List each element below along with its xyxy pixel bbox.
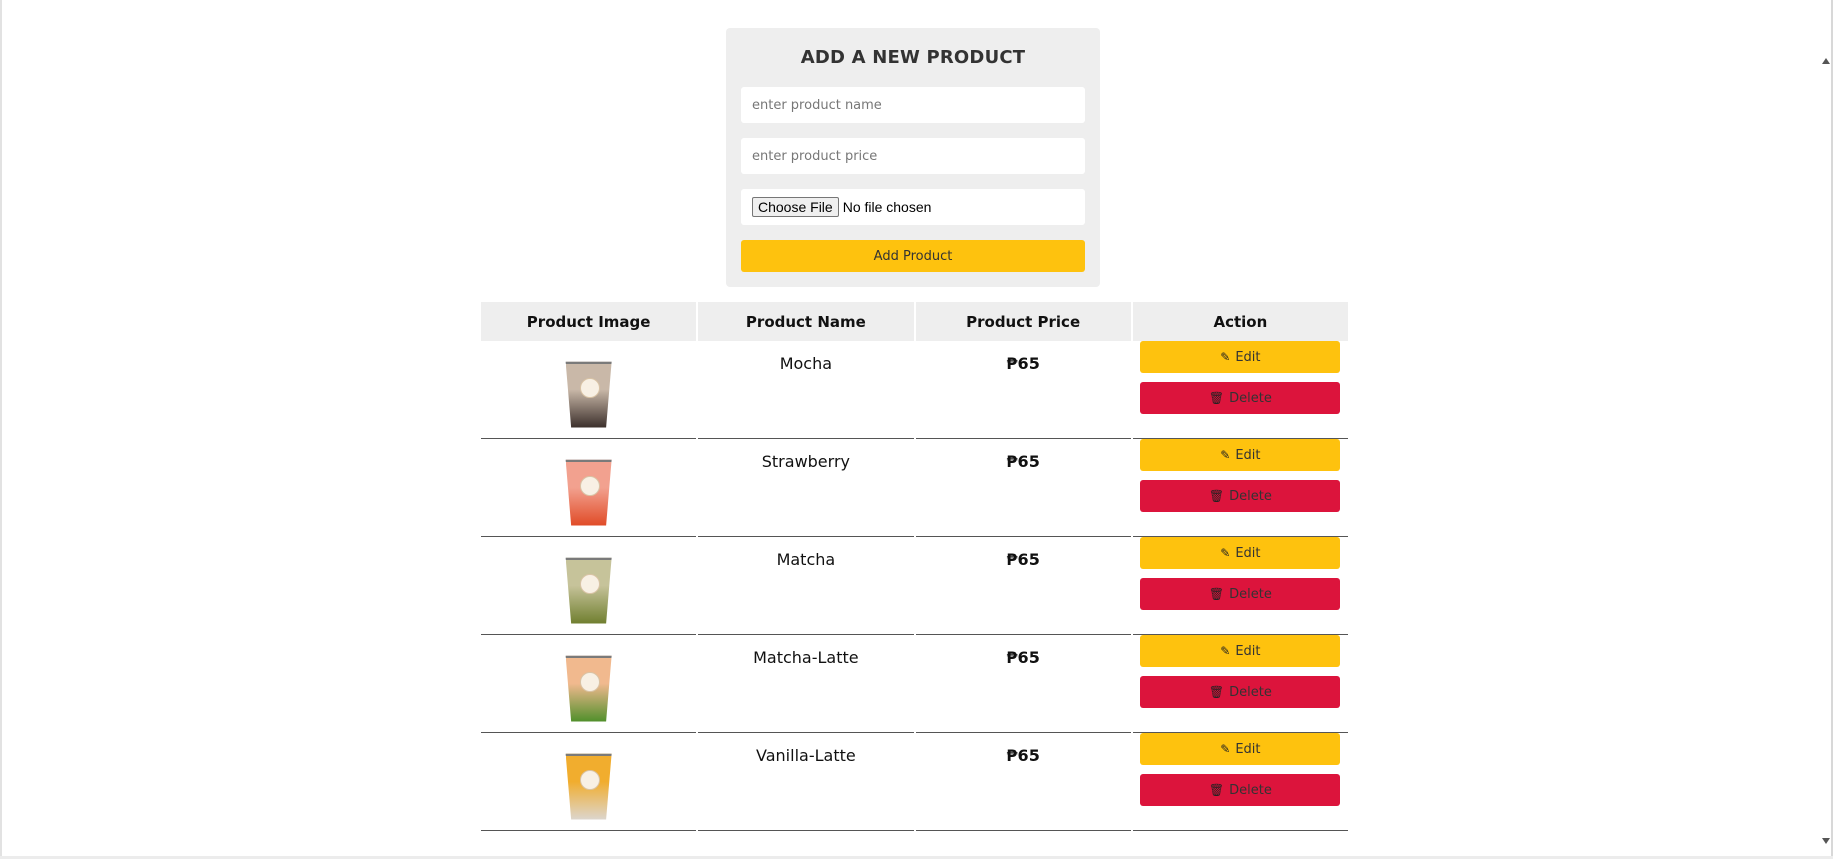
trash-icon: 🗑 bbox=[1208, 587, 1225, 601]
product-action-cell: ✎ Edit 🗑 Delete bbox=[1132, 635, 1348, 733]
table-row: Matcha ₱65 ✎ Edit 🗑 Delete bbox=[481, 537, 1348, 635]
cup-logo-icon bbox=[579, 671, 600, 692]
edit-label: Edit bbox=[1235, 447, 1261, 463]
delete-label: Delete bbox=[1229, 684, 1272, 700]
product-price: ₱65 bbox=[1006, 550, 1040, 569]
delete-label: Delete bbox=[1229, 782, 1272, 798]
product-price-cell: ₱65 bbox=[915, 733, 1131, 831]
product-action-cell: ✎ Edit 🗑 Delete bbox=[1132, 537, 1348, 635]
product-name: Strawberry bbox=[761, 452, 850, 471]
edit-button[interactable]: ✎ Edit bbox=[1140, 733, 1341, 765]
product-name: Mocha bbox=[779, 354, 833, 373]
product-name-cell: Matcha-Latte bbox=[698, 635, 914, 733]
delete-label: Delete bbox=[1229, 390, 1272, 406]
product-name: Vanilla-Latte bbox=[756, 746, 856, 765]
edit-icon: ✎ bbox=[1220, 350, 1231, 364]
cup-logo-icon bbox=[579, 573, 600, 594]
table-row: Matcha-Latte ₱65 ✎ Edit 🗑 Delete bbox=[481, 635, 1348, 733]
product-price-cell: ₱65 bbox=[915, 341, 1131, 439]
edit-icon: ✎ bbox=[1220, 448, 1231, 462]
product-image-cell bbox=[481, 635, 697, 733]
edit-button[interactable]: ✎ Edit bbox=[1140, 439, 1341, 471]
edit-icon: ✎ bbox=[1220, 742, 1231, 756]
product-price-cell: ₱65 bbox=[915, 439, 1131, 537]
header-product-name: Product Name bbox=[698, 302, 914, 341]
choose-file-button[interactable]: Choose File bbox=[752, 197, 839, 217]
product-rows: Mocha ₱65 ✎ Edit 🗑 Delete Strawberry ₱65… bbox=[481, 341, 1348, 831]
header-product-image: Product Image bbox=[481, 302, 697, 341]
trash-icon: 🗑 bbox=[1208, 391, 1225, 405]
header-action: Action bbox=[1132, 302, 1348, 341]
product-name-cell: Matcha bbox=[698, 537, 914, 635]
product-price: ₱65 bbox=[1006, 354, 1040, 373]
product-action-cell: ✎ Edit 🗑 Delete bbox=[1132, 733, 1348, 831]
edit-label: Edit bbox=[1235, 349, 1261, 365]
delete-button[interactable]: 🗑 Delete bbox=[1140, 578, 1341, 610]
edit-button[interactable]: ✎ Edit bbox=[1140, 635, 1341, 667]
product-name-cell: Mocha bbox=[698, 341, 914, 439]
product-action-cell: ✎ Edit 🗑 Delete bbox=[1132, 341, 1348, 439]
delete-button[interactable]: 🗑 Delete bbox=[1140, 676, 1341, 708]
file-status: No file chosen bbox=[842, 199, 932, 215]
edit-button[interactable]: ✎ Edit bbox=[1140, 341, 1341, 373]
product-image bbox=[565, 557, 612, 624]
edit-icon: ✎ bbox=[1220, 644, 1231, 658]
trash-icon: 🗑 bbox=[1208, 489, 1225, 503]
add-product-form: ADD A NEW PRODUCT Choose File No file ch… bbox=[726, 28, 1100, 287]
product-name: Matcha bbox=[776, 550, 836, 569]
table-header-row: Product Image Product Name Product Price… bbox=[481, 302, 1348, 341]
scroll-down-icon[interactable] bbox=[1822, 838, 1830, 844]
product-action-cell: ✎ Edit 🗑 Delete bbox=[1132, 439, 1348, 537]
cup-lid bbox=[565, 361, 612, 364]
edit-label: Edit bbox=[1235, 643, 1261, 659]
page-left-border bbox=[0, 0, 2, 859]
edit-label: Edit bbox=[1235, 545, 1261, 561]
form-title: ADD A NEW PRODUCT bbox=[800, 47, 1026, 68]
table-row: Mocha ₱65 ✎ Edit 🗑 Delete bbox=[481, 341, 1348, 439]
file-input: Choose File No file chosen bbox=[741, 189, 1085, 225]
header-product-price: Product Price bbox=[915, 302, 1131, 341]
trash-icon: 🗑 bbox=[1208, 685, 1225, 699]
product-name-input[interactable] bbox=[741, 87, 1085, 123]
product-name: Matcha-Latte bbox=[753, 648, 859, 667]
cup-lid bbox=[565, 459, 612, 462]
delete-label: Delete bbox=[1229, 488, 1272, 504]
product-image bbox=[565, 361, 612, 428]
delete-button[interactable]: 🗑 Delete bbox=[1140, 480, 1341, 512]
product-price-cell: ₱65 bbox=[915, 635, 1131, 733]
cup-logo-icon bbox=[579, 769, 600, 790]
cup-lid bbox=[565, 655, 612, 658]
product-name-cell: Vanilla-Latte bbox=[698, 733, 914, 831]
edit-icon: ✎ bbox=[1220, 546, 1231, 560]
product-image-cell bbox=[481, 537, 697, 635]
product-image bbox=[565, 655, 612, 722]
scroll-up-icon[interactable] bbox=[1822, 58, 1830, 64]
edit-label: Edit bbox=[1235, 741, 1261, 757]
cup-logo-icon bbox=[579, 377, 600, 398]
product-image-cell bbox=[481, 439, 697, 537]
delete-label: Delete bbox=[1229, 586, 1272, 602]
table-row: Strawberry ₱65 ✎ Edit 🗑 Delete bbox=[481, 439, 1348, 537]
product-name-cell: Strawberry bbox=[698, 439, 914, 537]
table-row: Vanilla-Latte ₱65 ✎ Edit 🗑 Delete bbox=[481, 733, 1348, 831]
delete-button[interactable]: 🗑 Delete bbox=[1140, 382, 1341, 414]
product-price-cell: ₱65 bbox=[915, 537, 1131, 635]
delete-button[interactable]: 🗑 Delete bbox=[1140, 774, 1341, 806]
product-price: ₱65 bbox=[1006, 648, 1040, 667]
product-table: Product Image Product Name Product Price… bbox=[479, 302, 1350, 831]
product-price: ₱65 bbox=[1006, 452, 1040, 471]
product-price-input[interactable] bbox=[741, 138, 1085, 174]
product-image bbox=[565, 753, 612, 820]
product-image-cell bbox=[481, 733, 697, 831]
product-image bbox=[565, 459, 612, 526]
cup-lid bbox=[565, 753, 612, 756]
product-image-cell bbox=[481, 341, 697, 439]
edit-button[interactable]: ✎ Edit bbox=[1140, 537, 1341, 569]
trash-icon: 🗑 bbox=[1208, 783, 1225, 797]
cup-lid bbox=[565, 557, 612, 560]
product-price: ₱65 bbox=[1006, 746, 1040, 765]
cup-logo-icon bbox=[579, 475, 600, 496]
add-product-button[interactable]: Add Product bbox=[741, 240, 1085, 272]
